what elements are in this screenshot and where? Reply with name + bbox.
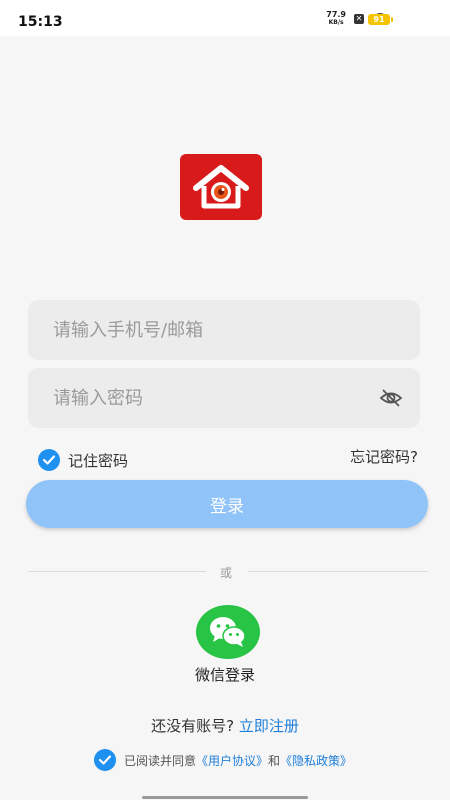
agree-prefix: 已阅读并同意	[124, 753, 197, 768]
wechat-login-button[interactable]	[196, 605, 260, 659]
home-indicator	[142, 796, 308, 799]
status-time: 15:13	[18, 14, 63, 30]
battery-indicator: 91	[368, 14, 393, 25]
register-prompt: 还没有账号? 立即注册	[0, 715, 450, 736]
network-speed: 77.9 KB/s	[326, 11, 346, 27]
agree-and: 和	[268, 753, 281, 768]
notification-icon: ✕	[354, 14, 364, 24]
divider-left	[28, 571, 206, 572]
remember-password-label: 记住密码	[68, 451, 129, 470]
divider-or-text: 或	[220, 566, 233, 580]
eye-off-icon[interactable]	[378, 386, 404, 410]
agreement-check-icon[interactable]	[94, 749, 116, 771]
password-input[interactable]	[28, 368, 420, 428]
login-button[interactable]: 登录	[26, 480, 428, 528]
network-speed-value: 77.9	[326, 10, 346, 19]
forgot-password-link[interactable]: 忘记密码?	[350, 446, 418, 467]
agreement-text: 已阅读并同意《用户协议》和《隐私政策》	[124, 752, 352, 769]
agreement-row: 已阅读并同意《用户协议》和《隐私政策》	[94, 749, 352, 771]
password-field[interactable]	[28, 368, 420, 428]
remember-password-toggle[interactable]: 记住密码	[38, 449, 128, 471]
network-speed-unit: KB/s	[328, 19, 344, 26]
phone-email-input[interactable]	[28, 300, 420, 360]
register-link[interactable]: 立即注册	[239, 717, 299, 735]
phone-email-field[interactable]	[28, 300, 420, 360]
user-agreement-link[interactable]: 《用户协议》	[196, 754, 268, 768]
house-eye-logo	[180, 154, 262, 220]
privacy-policy-link[interactable]: 《隐私政策》	[280, 754, 352, 768]
no-account-text: 还没有账号?	[151, 717, 235, 735]
status-bar: 15:13 77.9 KB/s ✕ 91	[0, 0, 450, 36]
wechat-icon	[210, 617, 246, 647]
wechat-login-label: 微信登录	[194, 666, 255, 684]
check-icon[interactable]	[38, 449, 60, 471]
divider-right	[248, 571, 428, 572]
